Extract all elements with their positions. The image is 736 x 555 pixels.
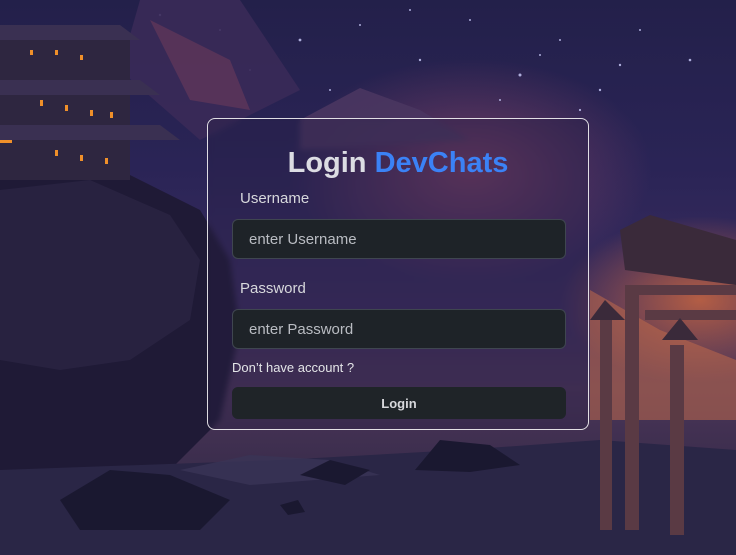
username-input[interactable] [232,219,566,259]
username-label: Username [240,190,310,207]
password-input[interactable] [232,309,566,349]
login-button[interactable]: Login [232,387,566,419]
login-title-text: Login [287,147,367,179]
signup-link[interactable]: Don’t have account ? [232,359,354,377]
login-title: Login DevChats [232,145,564,181]
password-label: Password [240,280,306,297]
login-card: Login DevChats Username Password Don’t h… [207,118,589,430]
brand-name: DevChats [374,147,509,179]
